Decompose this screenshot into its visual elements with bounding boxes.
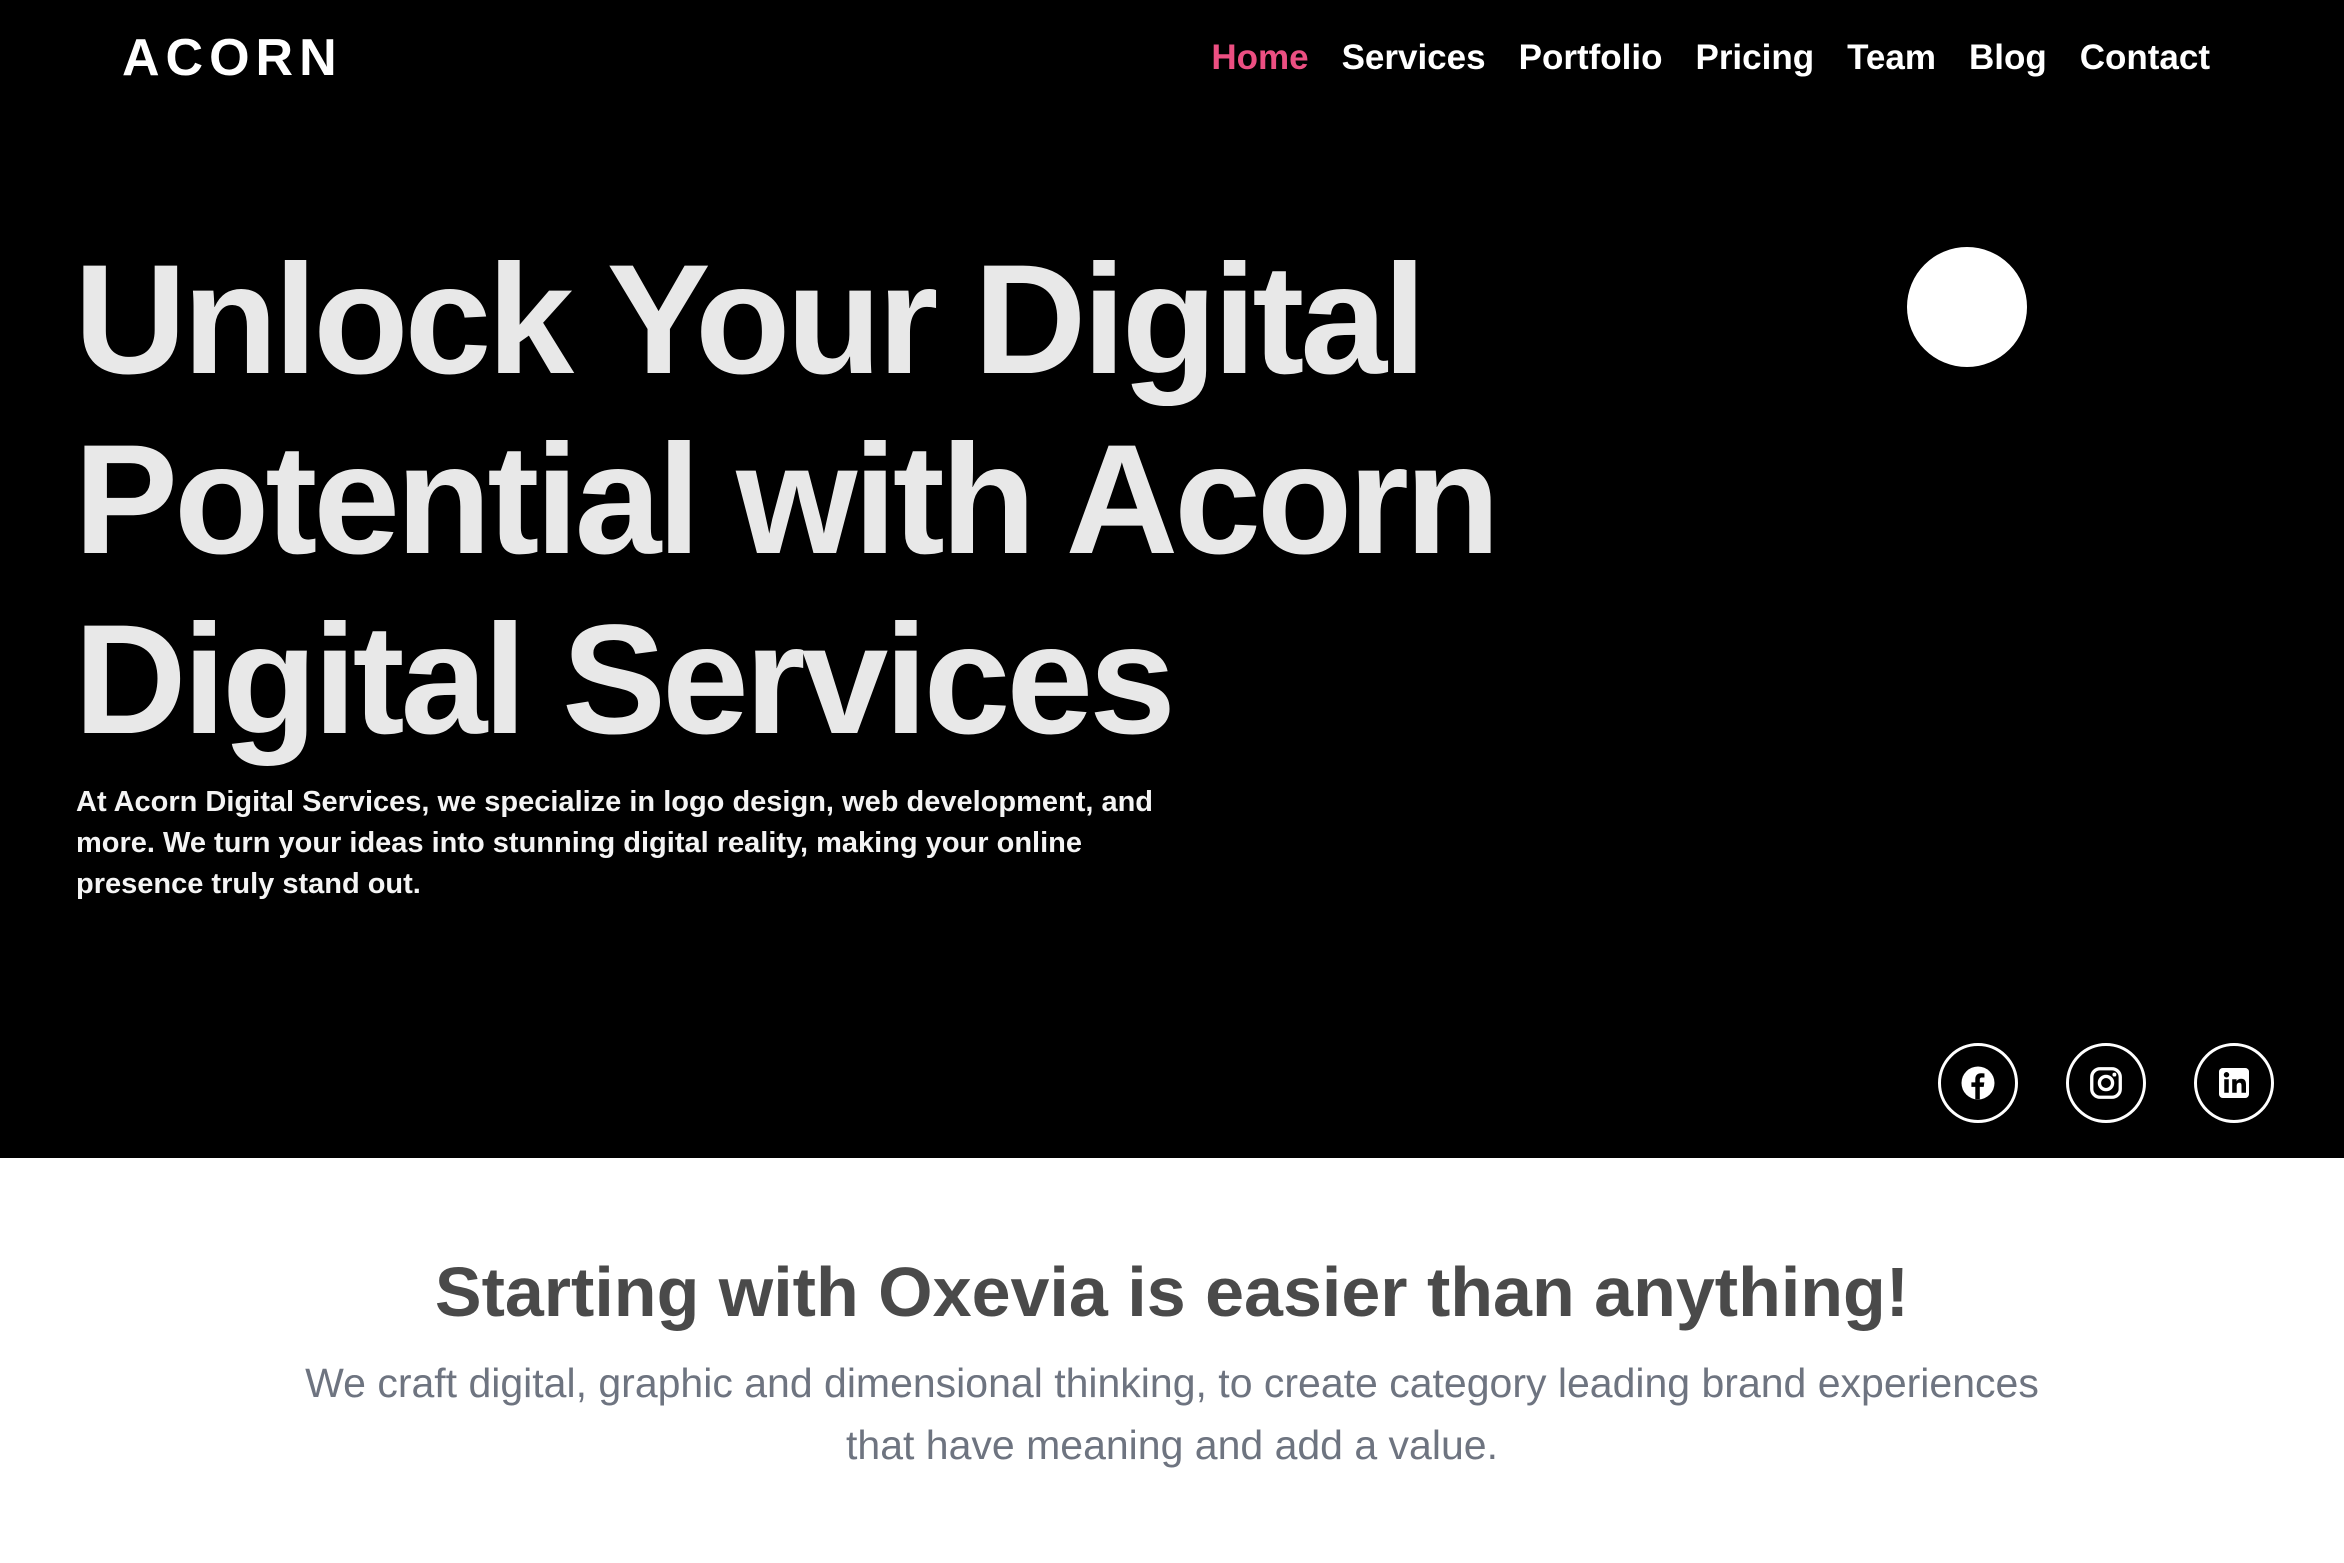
nav-link-team[interactable]: Team xyxy=(1847,30,1936,86)
intro-section: Starting with Oxevia is easier than anyt… xyxy=(0,1158,2344,1563)
nav-link-services[interactable]: Services xyxy=(1342,30,1486,86)
linkedin-button[interactable] xyxy=(2194,1043,2274,1123)
facebook-button[interactable] xyxy=(1938,1043,2018,1123)
site-logo[interactable]: ACORN xyxy=(122,28,343,88)
intro-title: Starting with Oxevia is easier than anyt… xyxy=(434,1253,1910,1331)
instagram-button[interactable] xyxy=(2066,1043,2146,1123)
nav-link-portfolio[interactable]: Portfolio xyxy=(1519,30,1663,86)
hero-description: At Acorn Digital Services, we specialize… xyxy=(76,786,1154,900)
linkedin-icon xyxy=(2216,1065,2252,1101)
nav-link-home[interactable]: Home xyxy=(1211,30,1308,86)
intro-text: We craft digital, graphic and dimensiona… xyxy=(305,1360,2039,1468)
nav-link-pricing[interactable]: Pricing xyxy=(1695,30,1814,86)
main-nav: Home Services Portfolio Pricing Team Blo… xyxy=(1211,30,2210,86)
nav-link-contact[interactable]: Contact xyxy=(2080,30,2210,86)
facebook-icon xyxy=(1960,1065,1996,1101)
instagram-icon xyxy=(2088,1065,2124,1101)
hero-headline: Unlock Your Digital Potential with Acorn… xyxy=(74,233,1500,767)
decorative-circle xyxy=(1907,247,2027,367)
hero-section: ACORN Home Services Portfolio Pricing Te… xyxy=(0,0,2344,1158)
nav-link-blog[interactable]: Blog xyxy=(1969,30,2047,86)
